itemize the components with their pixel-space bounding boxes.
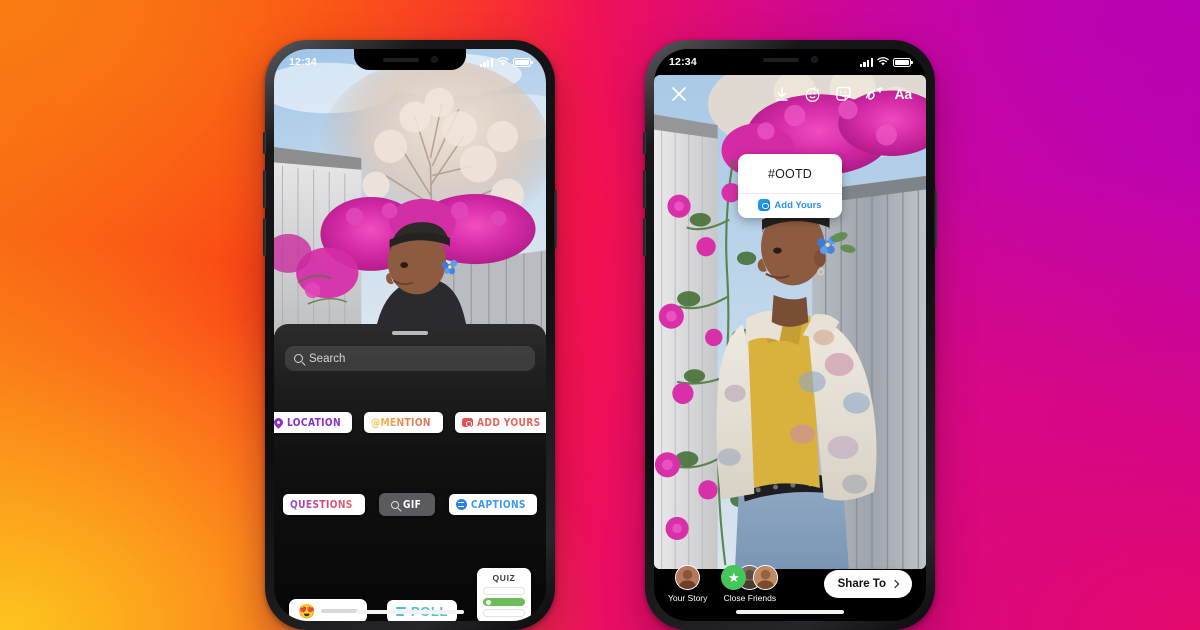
home-indicator[interactable] (356, 610, 464, 614)
wifi-icon (877, 57, 889, 66)
sticker-tray: Search LOCATION @MENTION ADD YOURS QUEST… (274, 324, 546, 621)
story-editor-toolbar: Aa (654, 79, 926, 109)
map-pin-icon (274, 416, 285, 429)
heart-eyes-emoji-icon: 😍 (297, 603, 316, 619)
phone-right: Aa #OOTD Add Yours Your Story ★ Close Fr… (643, 40, 937, 630)
sheet-grabber[interactable] (392, 331, 428, 335)
quiz-option[interactable] (483, 609, 526, 617)
front-camera-icon (810, 56, 818, 63)
promo-graphic: Search LOCATION @MENTION ADD YOURS QUEST… (0, 0, 1200, 630)
chevron-right-icon (890, 579, 900, 589)
add-yours-action-label: Add Yours (774, 199, 822, 211)
power-button[interactable] (554, 190, 557, 248)
scribble-pen-icon[interactable] (864, 83, 886, 105)
emoji-slider-track[interactable] (321, 609, 358, 613)
sticker-gif[interactable]: GIF (378, 493, 435, 516)
sticker-add-yours-label: ADD YOURS (477, 416, 541, 429)
destination-close-friends[interactable]: ★ Close Friends (721, 565, 779, 603)
share-to-button[interactable]: Share To (823, 570, 912, 598)
add-yours-prompt: #OOTD (767, 167, 813, 181)
download-icon[interactable] (771, 83, 793, 105)
status-time: 12:34 (669, 56, 697, 68)
notch (354, 49, 466, 70)
quiz-option-correct[interactable] (483, 598, 526, 606)
home-indicator[interactable] (736, 610, 844, 614)
power-button[interactable] (934, 190, 937, 248)
sticker-add-yours[interactable]: ADD YOURS (455, 412, 546, 433)
signal-bars-icon (479, 57, 493, 67)
volume-down-button[interactable] (263, 218, 266, 256)
sticker-mention[interactable]: @MENTION (364, 412, 444, 433)
search-input[interactable]: Search (285, 346, 535, 371)
search-icon (390, 500, 399, 509)
avatar (753, 565, 779, 590)
search-placeholder: Search (309, 352, 346, 365)
phone-left: Search LOCATION @MENTION ADD YOURS QUEST… (263, 40, 557, 630)
notch (734, 49, 846, 70)
battery-icon (893, 57, 913, 67)
sticker-questions-label: QUESTIONS (289, 498, 353, 511)
mute-switch[interactable] (263, 132, 266, 154)
sticker-grid: LOCATION @MENTION ADD YOURS QUESTIONS GI… (274, 386, 546, 621)
search-icon (294, 354, 303, 363)
text-aa-icon[interactable]: Aa (895, 83, 913, 105)
earpiece-speaker (762, 57, 799, 62)
camera-icon (462, 418, 474, 427)
sticker-mention-label: @MENTION (371, 416, 432, 429)
photo-illustration (654, 75, 926, 569)
sticker-location-label: LOCATION (286, 416, 341, 429)
close-friends-avatars: ★ (721, 565, 779, 590)
mute-switch[interactable] (643, 132, 646, 154)
status-time: 12:34 (289, 56, 317, 68)
closed-caption-icon (455, 499, 467, 510)
photo-illustration (274, 49, 546, 341)
volume-up-button[interactable] (643, 170, 646, 208)
sticker-quiz[interactable]: QUIZ (477, 568, 532, 621)
add-yours-sticker[interactable]: #OOTD Add Yours (738, 154, 842, 218)
share-bar: Your Story ★ Close Friends Share To (654, 561, 926, 607)
camera-icon (758, 199, 771, 211)
sticker-emoji-slider[interactable]: 😍 (288, 599, 367, 621)
share-to-label: Share To (837, 578, 886, 590)
wifi-icon (497, 57, 509, 66)
earpiece-speaker (382, 57, 419, 62)
volume-up-button[interactable] (263, 170, 266, 208)
sticker-captions-label: CAPTIONS (470, 498, 526, 511)
battery-icon (513, 57, 533, 67)
destination-close-friends-label: Close Friends (723, 593, 777, 603)
story-photo (654, 75, 926, 569)
avatar (675, 565, 701, 590)
destination-your-story[interactable]: Your Story (668, 565, 707, 603)
sparkle-face-icon[interactable] (802, 83, 824, 105)
sticker-captions[interactable]: CAPTIONS (448, 494, 538, 515)
sticker-questions[interactable]: QUESTIONS (282, 494, 365, 515)
destination-your-story-label: Your Story (668, 593, 708, 603)
front-camera-icon (430, 56, 438, 63)
close-icon[interactable] (668, 83, 690, 105)
quiz-option[interactable] (483, 587, 526, 595)
signal-bars-icon (859, 57, 873, 67)
story-preview-photo (274, 49, 546, 341)
add-yours-action[interactable]: Add Yours (738, 193, 842, 218)
sticker-location[interactable]: LOCATION (274, 412, 353, 433)
volume-down-button[interactable] (643, 218, 646, 256)
sticker-smiley-icon[interactable] (833, 83, 855, 105)
sticker-gif-label: GIF (402, 498, 422, 511)
sticker-quiz-label: QUIZ (492, 573, 516, 583)
